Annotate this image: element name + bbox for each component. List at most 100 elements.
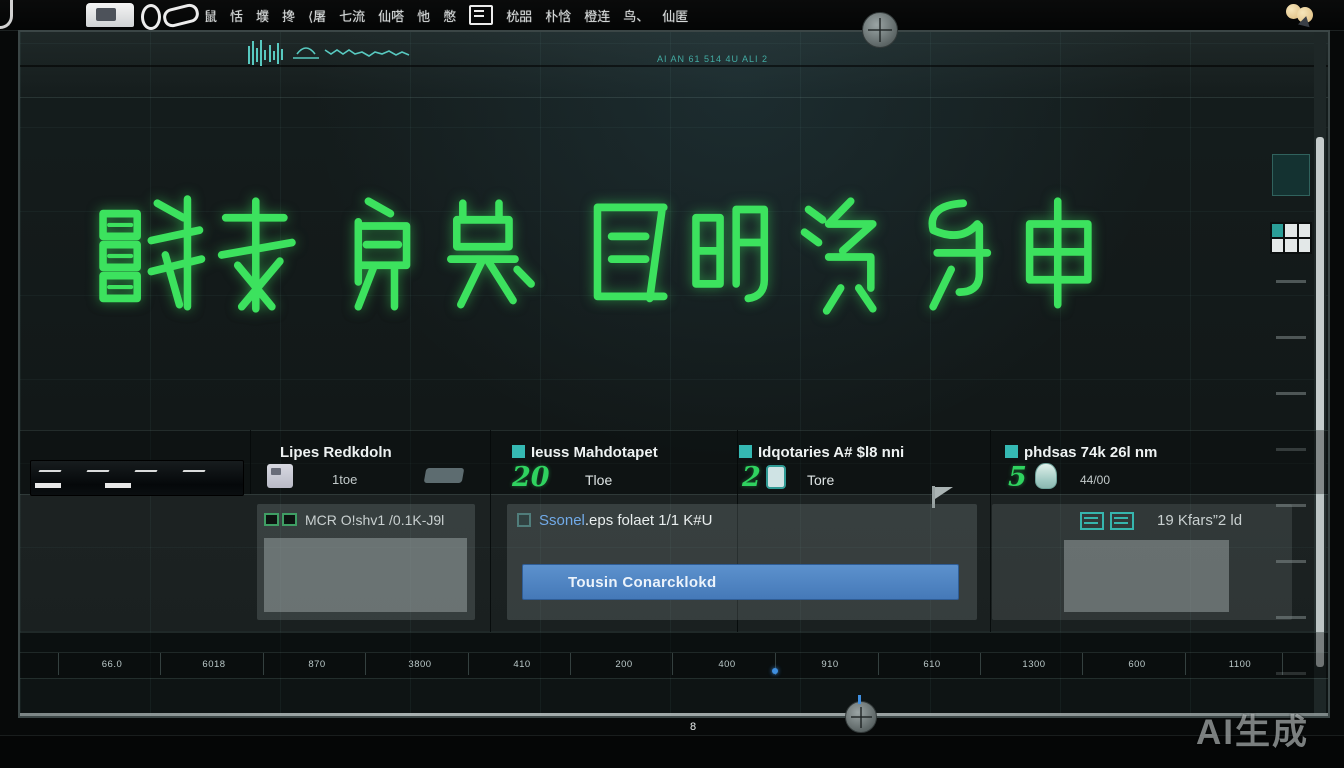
tick-label: 910 <box>798 659 862 670</box>
taskbar: Acsanic Ans 器 极 类绍功 <box>0 735 1344 768</box>
glyph-1 <box>103 199 201 307</box>
teal-square-icon <box>1005 445 1018 458</box>
menu-item-7[interactable]: 仙嗒 <box>378 6 404 25</box>
stat-unit: Tore <box>807 472 834 488</box>
stat-unit: Tloe <box>585 472 612 488</box>
panel-left: MCR O!shv1 /0.1K-J9l <box>257 504 475 620</box>
blue-tick-marker <box>858 695 861 704</box>
menu-item-6[interactable]: 七流 <box>339 6 365 25</box>
hero-glyph-text: 翻剃 算哭 叵明 资创 甶 <box>95 195 1110 322</box>
sidebar-thumbnail[interactable] <box>1272 154 1310 196</box>
app-window: 鼠 恬 㙸 搀 ⟨屠 七流 仙嗒 忚 憋 㭇㗊 朴㤷 橙连 鸟、 仙匿 AI A… <box>0 0 1344 768</box>
glyph-9 <box>1030 201 1088 304</box>
stat-value: 2 <box>742 464 761 491</box>
gap-band <box>20 632 1328 652</box>
tick-separator <box>672 653 673 675</box>
glyph-7 <box>804 201 872 311</box>
menu-item-3[interactable]: 㙸 <box>256 6 269 25</box>
column-divider <box>490 430 491 632</box>
tick-separator <box>365 653 366 675</box>
stat-card-1: Lipes Redkdoln 1toe <box>20 32 1328 56</box>
stat-unit: 44/00 <box>1080 473 1110 487</box>
menu-item-9[interactable]: 憋 <box>443 6 456 25</box>
tick-label: 870 <box>285 659 349 670</box>
teal-square-icon <box>739 445 752 458</box>
list-toggle-icon[interactable] <box>1080 512 1104 530</box>
primary-action-label: Tousin Conarcklokd <box>568 574 716 591</box>
menu-item-4[interactable]: 搀 <box>282 6 295 25</box>
bottom-rule <box>20 713 1328 718</box>
database-cylinder-icon[interactable] <box>1035 463 1057 489</box>
ring-icon[interactable] <box>141 4 161 30</box>
menu-item-1[interactable]: 鼠 <box>204 6 217 25</box>
gear-icon[interactable] <box>862 12 898 48</box>
menubar: 鼠 恬 㙸 搀 ⟨屠 七流 仙嗒 忚 憋 㭇㗊 朴㤷 橙连 鸟、 仙匿 <box>0 0 1344 31</box>
printer-icon[interactable] <box>267 464 293 488</box>
glossy-scrub-bar[interactable] <box>30 460 244 496</box>
tick-separator <box>878 653 879 675</box>
panel-left-preview[interactable] <box>264 538 467 612</box>
tick-separator <box>980 653 981 675</box>
menu-item-10[interactable]: 㭇㗊 <box>506 6 532 25</box>
avatar-icon[interactable] <box>1286 4 1316 26</box>
menu-item-11[interactable]: 朴㤷 <box>545 6 571 25</box>
glyph-8 <box>932 203 987 306</box>
menu-item-14[interactable]: 仙匿 <box>662 6 688 25</box>
tick-label: 3800 <box>388 659 452 670</box>
page-indicator: 8 <box>690 721 696 733</box>
tick-label: 1300 <box>1002 659 1066 670</box>
tick-label: 600 <box>1105 659 1169 670</box>
tick-separator <box>1185 653 1186 675</box>
file-link[interactable]: Ssonel <box>539 512 585 529</box>
teal-square-icon <box>512 445 525 458</box>
badge-icon[interactable] <box>766 465 786 489</box>
glyph-5 <box>597 207 663 298</box>
stat-value: 20 <box>512 464 550 491</box>
primary-action-button[interactable]: Tousin Conarcklokd <box>522 564 959 600</box>
seam-line <box>20 65 1328 67</box>
tick-separator <box>468 653 469 675</box>
tick-label: 200 <box>592 659 656 670</box>
tick-separator <box>1282 653 1283 675</box>
panel-right-preview[interactable] <box>1064 540 1229 612</box>
gear-icon[interactable] <box>845 701 877 733</box>
app-box-icon[interactable] <box>469 5 493 25</box>
list-toggle-icon[interactable] <box>1110 512 1134 530</box>
glyph-6 <box>696 209 764 298</box>
status-readout: AI AN 61 514 4U ALI 2 <box>657 54 768 64</box>
column-divider <box>990 430 991 632</box>
checkbox-icon[interactable] <box>264 513 279 526</box>
glyph-3 <box>358 201 406 306</box>
panel-left-header[interactable]: MCR O!shv1 /0.1K-J9l <box>305 512 444 528</box>
menu-item-12[interactable]: 橙连 <box>584 6 610 25</box>
ai-generated-watermark: AI生成 <box>1196 704 1309 755</box>
menu-item-13[interactable]: 鸟、 <box>623 6 649 25</box>
tick-label: 400 <box>695 659 759 670</box>
column-divider <box>250 430 251 494</box>
tick-label: 66.0 <box>80 659 144 670</box>
grid-line <box>20 678 1328 679</box>
printer-device-icon[interactable] <box>86 3 134 27</box>
menu-item-8[interactable]: 忚 <box>417 6 430 25</box>
stat-unit: 1toe <box>332 472 357 487</box>
menu-item-row: 鼠 恬 㙸 搀 ⟨屠 七流 仙嗒 忚 憋 㭇㗊 朴㤷 橙连 鸟、 仙匿 <box>204 0 688 30</box>
stat-value: 5 <box>1008 464 1027 491</box>
panel-center: Ssonel.eps folaet 1/1 K#U Tousin Conarck… <box>507 504 977 620</box>
workspace: AI AN 61 514 4U ALI 2 翻剃 算哭 叵明 资创 甶 <box>18 30 1330 718</box>
panel-right-header[interactable]: 19 Kfars”2 ld <box>1157 512 1242 529</box>
mouse-pill-icon[interactable] <box>161 2 201 29</box>
waveform-sketch-icon <box>245 38 430 68</box>
tick-separator <box>58 653 59 675</box>
grid-view-icon[interactable] <box>1270 222 1312 254</box>
grid-line <box>20 632 1328 633</box>
menu-item-5[interactable]: ⟨屠 <box>308 6 326 25</box>
glyph-4 <box>451 203 531 304</box>
tick-label: 410 <box>490 659 554 670</box>
tick-label: 610 <box>900 659 964 670</box>
menu-item-2[interactable]: 恬 <box>230 6 243 25</box>
checkbox-icon[interactable] <box>282 513 297 526</box>
checkbox-icon[interactable] <box>517 513 531 527</box>
stat-title: Lipes Redkdoln <box>280 444 392 461</box>
panel-center-header: Ssonel.eps folaet 1/1 K#U <box>539 512 712 529</box>
tab-shape-icon[interactable] <box>424 468 465 483</box>
